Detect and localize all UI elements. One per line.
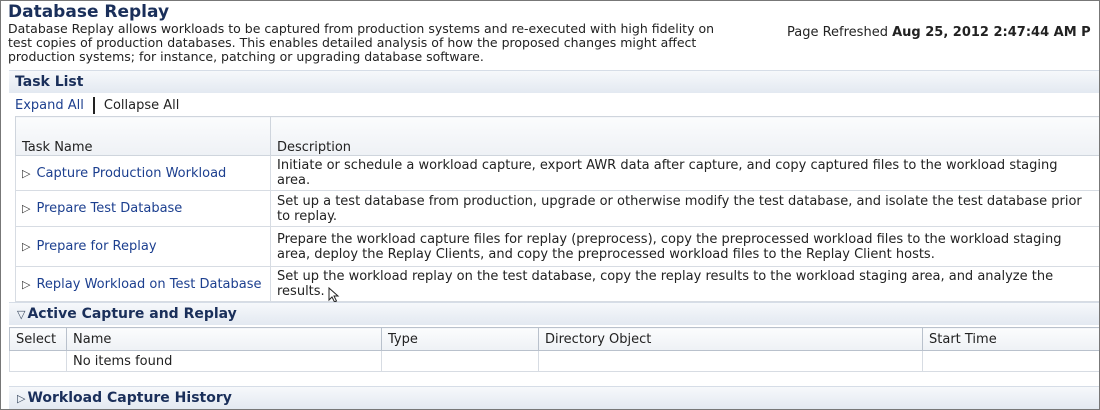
- type-cell: [381, 350, 539, 372]
- mouse-pointer-icon: [328, 287, 340, 303]
- refreshed-value: Aug 25, 2012 2:47:44 AM P: [892, 25, 1091, 40]
- active-capture-header[interactable]: ▽ Active Capture and Replay: [9, 302, 1099, 325]
- directory-object-cell: [538, 350, 923, 372]
- column-header-start-time[interactable]: Start Time: [922, 327, 1099, 351]
- link-separator: [92, 97, 95, 114]
- task-table-header-row: Task Name Description: [15, 116, 1099, 156]
- select-cell: [9, 350, 67, 372]
- page-title: Database Replay: [8, 2, 170, 22]
- start-time-cell: [922, 350, 1099, 372]
- triangle-right-icon[interactable]: ▷: [17, 392, 25, 405]
- active-capture-title[interactable]: Active Capture and Replay: [27, 306, 236, 322]
- task-link-capture-production-workload[interactable]: Capture Production Workload: [36, 166, 226, 181]
- refreshed-label: Page Refreshed: [787, 25, 888, 40]
- column-header-select: Select: [9, 327, 67, 351]
- task-description: Set up a test database from production, …: [270, 190, 1099, 227]
- column-header-type[interactable]: Type: [381, 327, 539, 351]
- expand-collapse-links: Expand All Collapse All: [15, 97, 179, 114]
- triangle-right-icon[interactable]: ▷: [22, 167, 30, 180]
- collapse-all-link[interactable]: Collapse All: [104, 98, 180, 113]
- expand-all-link[interactable]: Expand All: [15, 98, 84, 113]
- task-description: Prepare the workload capture files for r…: [270, 226, 1099, 267]
- task-link-replay-workload[interactable]: Replay Workload on Test Database: [36, 277, 261, 292]
- column-header-directory-object[interactable]: Directory Object: [538, 327, 923, 351]
- task-name-cell[interactable]: ▷ Capture Production Workload: [15, 155, 271, 191]
- table-row: ▷ Prepare for Replay Prepare the workload…: [15, 226, 1099, 267]
- task-list-table: Task Name Description ▷ Capture Productio…: [15, 116, 1099, 302]
- capture-history-title[interactable]: Workload Capture History: [27, 390, 231, 406]
- table-row: No items found: [9, 350, 1099, 372]
- active-table-header-row: Select Name Type Directory Object Start …: [9, 327, 1099, 351]
- task-description: Initiate or schedule a workload capture,…: [270, 155, 1099, 191]
- triangle-right-icon[interactable]: ▷: [22, 202, 30, 215]
- page-refreshed: Page Refreshed Aug 25, 2012 2:47:44 AM P: [787, 25, 1091, 40]
- task-link-prepare-test-database[interactable]: Prepare Test Database: [36, 201, 182, 216]
- table-row: ▷ Prepare Test Database Set up a test dat…: [15, 190, 1099, 227]
- column-header-task-name[interactable]: Task Name: [15, 116, 271, 156]
- empty-message: No items found: [66, 350, 382, 372]
- table-row: ▷ Replay Workload on Test Database Set up…: [15, 266, 1099, 302]
- task-name-cell[interactable]: ▷ Prepare Test Database: [15, 190, 271, 227]
- triangle-right-icon[interactable]: ▷: [22, 240, 30, 253]
- task-description: Set up the workload replay on the test d…: [270, 266, 1099, 302]
- task-link-prepare-for-replay[interactable]: Prepare for Replay: [36, 239, 156, 254]
- column-header-description[interactable]: Description: [270, 116, 1099, 156]
- triangle-down-icon[interactable]: ▽: [17, 308, 25, 321]
- task-name-cell[interactable]: ▷ Replay Workload on Test Database: [15, 266, 271, 302]
- column-header-name[interactable]: Name: [66, 327, 382, 351]
- page-frame: Database Replay Database Replay allows w…: [0, 0, 1100, 410]
- triangle-right-icon[interactable]: ▷: [22, 278, 30, 291]
- capture-history-header[interactable]: ▷ Workload Capture History: [9, 386, 1099, 409]
- task-list-title: Task List: [15, 74, 84, 90]
- task-name-cell[interactable]: ▷ Prepare for Replay: [15, 226, 271, 267]
- table-row: ▷ Capture Production Workload Initiate or…: [15, 155, 1099, 191]
- page-description: Database Replay allows workloads to be c…: [8, 21, 715, 64]
- active-capture-table: Select Name Type Directory Object Start …: [9, 327, 1099, 372]
- task-list-header: Task List: [9, 70, 1099, 93]
